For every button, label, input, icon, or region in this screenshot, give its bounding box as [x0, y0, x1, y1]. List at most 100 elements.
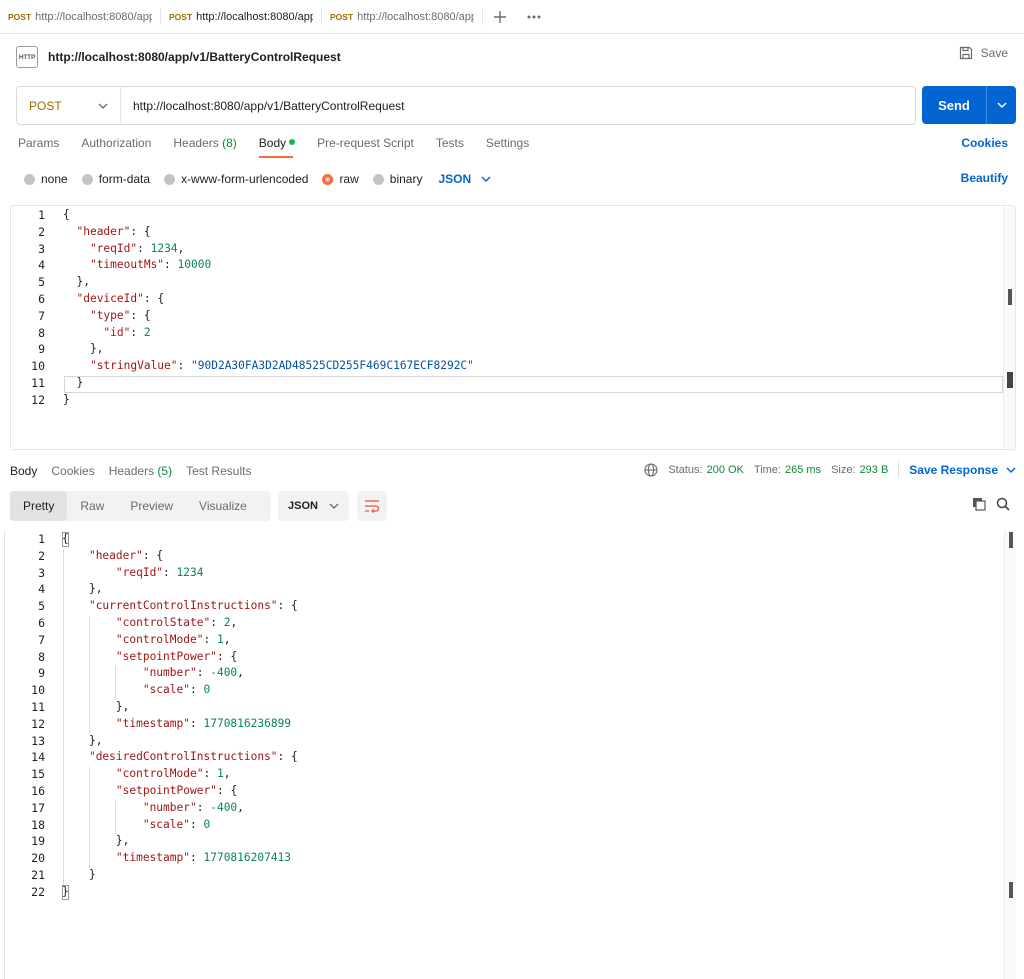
- search-icon[interactable]: [996, 497, 1010, 514]
- response-tab-body[interactable]: Body: [10, 464, 37, 478]
- code-line: 4 },: [5, 581, 1016, 598]
- save-button[interactable]: Save: [959, 46, 1008, 60]
- line-number: 10: [31, 683, 45, 698]
- save-label: Save: [980, 46, 1008, 60]
- tab-settings[interactable]: Settings: [486, 136, 529, 156]
- send-options-button[interactable]: [986, 86, 1016, 124]
- response-view-controls: Pretty Raw Preview Visualize JSON: [10, 491, 1016, 522]
- request-tab-active[interactable]: POST http://localhost:8080/app: [161, 0, 321, 33]
- response-time[interactable]: Time: 265 ms: [754, 464, 821, 476]
- view-raw[interactable]: Raw: [67, 491, 117, 521]
- time-label: Time:: [753, 464, 781, 476]
- code-text: "reqId": 1234,: [89, 241, 185, 255]
- body-type-selector: none form-data x-www-form-urlencoded raw…: [24, 170, 1008, 188]
- method-select[interactable]: POST: [17, 87, 121, 124]
- code-line: 7 "type": {: [11, 308, 1015, 325]
- code-text: },: [115, 834, 130, 848]
- tab-url: http://localhost:8080/app: [35, 10, 152, 23]
- line-number: 1: [38, 208, 45, 222]
- request-header: HTTP http://localhost:8080/app/v1/Batter…: [16, 44, 1008, 70]
- globe-icon[interactable]: [644, 463, 658, 477]
- radio-label: binary: [389, 172, 423, 186]
- line-number: 6: [38, 616, 45, 630]
- code-text: }: [76, 376, 84, 389]
- radio-circle: [24, 173, 35, 185]
- tab-tests[interactable]: Tests: [436, 136, 464, 156]
- line-number: 11: [31, 700, 45, 714]
- radio-none[interactable]: none: [24, 172, 68, 186]
- code-line: 18 "scale": 0: [5, 817, 1016, 834]
- response-status[interactable]: Status: 200 OK: [668, 464, 744, 476]
- code-line: 1{: [5, 531, 1016, 548]
- radio-label: form-data: [98, 172, 151, 186]
- request-tab-bar: POST http://localhost:8080/app POST http…: [0, 0, 1024, 34]
- radio-circle: [164, 173, 176, 185]
- save-response-button[interactable]: Save Response: [909, 463, 1016, 477]
- code-line: 7 "controlMode": 1,: [5, 632, 1016, 649]
- http-icon: HTTP: [16, 46, 38, 68]
- radio-form-data[interactable]: form-data: [81, 172, 151, 186]
- code-line: 22}: [5, 884, 1016, 901]
- ellipsis-icon[interactable]: [517, 0, 551, 33]
- line-number: 9: [38, 342, 45, 357]
- code-text: "deviceId": {: [76, 292, 165, 305]
- code-text: "type": {: [89, 308, 151, 322]
- chevron-down-icon: [997, 102, 1006, 108]
- tab-params[interactable]: Params: [18, 136, 59, 156]
- response-format-select[interactable]: JSON: [278, 491, 349, 521]
- chevron-down-icon: [329, 503, 339, 509]
- plus-icon[interactable]: [483, 0, 517, 33]
- code-line: 10 "stringValue": "90D2A30FA3D2AD48525CD…: [11, 358, 1015, 375]
- code-line: 4 "timeoutMs": 10000: [11, 257, 1015, 274]
- response-tab-headers[interactable]: Headers (5): [109, 464, 172, 478]
- tab-body[interactable]: Body: [258, 136, 296, 158]
- tab-headers[interactable]: Headers (8): [173, 136, 236, 156]
- code-text: "currentControlInstructions": {: [88, 599, 298, 613]
- view-pretty[interactable]: Pretty: [10, 491, 68, 521]
- url-input[interactable]: http://localhost:8080/app/v1/BatteryCont…: [121, 99, 915, 113]
- radio-binary[interactable]: binary: [372, 172, 423, 186]
- code-line: 11 },: [5, 699, 1016, 716]
- radio-raw[interactable]: raw: [322, 172, 359, 186]
- view-visualize[interactable]: Visualize: [186, 491, 260, 521]
- code-text: }: [62, 884, 69, 898]
- tab-pre-request-script[interactable]: Pre-request Script: [317, 136, 414, 156]
- line-number: 8: [38, 649, 45, 664]
- request-tab[interactable]: POST http://localhost:8080/app: [0, 0, 160, 33]
- radio-urlencoded[interactable]: x-www-form-urlencoded: [164, 172, 308, 186]
- view-preview[interactable]: Preview: [117, 491, 186, 521]
- request-title[interactable]: http://localhost:8080/app/v1/BatteryCont…: [48, 50, 341, 64]
- code-line: 11 }: [11, 375, 1015, 392]
- cookies-link[interactable]: Cookies: [961, 136, 1008, 150]
- size-label: Size:: [831, 464, 856, 476]
- code-line: 21 }: [5, 867, 1016, 884]
- response-body-viewer[interactable]: 1{2 "header": {3 "reqId": 1234 4 }, 5 "cur…: [4, 530, 1016, 979]
- body-format-select[interactable]: JSON: [438, 172, 491, 186]
- code-line: 8 "id": 2: [11, 325, 1015, 342]
- tab-method: POST: [330, 11, 354, 22]
- response-tab-test-results[interactable]: Test Results: [186, 464, 251, 478]
- tab-authorization[interactable]: Authorization: [81, 136, 151, 156]
- request-body-editor[interactable]: 1{2 "header": {3 "reqId": 1234, 4 "timeou…: [10, 205, 1016, 450]
- code-line: 1{: [11, 207, 1015, 224]
- response-view-toggle: Pretty Raw Preview Visualize: [10, 491, 271, 521]
- copy-icon[interactable]: [972, 497, 986, 514]
- request-tab[interactable]: POST http://localhost:8080/app: [322, 0, 482, 33]
- line-number: 5: [38, 275, 45, 290]
- response-tab-cookies[interactable]: Cookies: [51, 464, 94, 478]
- radio-label: raw: [339, 172, 359, 186]
- code-line: 19 },: [5, 833, 1016, 850]
- line-number: 12: [31, 392, 45, 407]
- code-text: "setpointPower": {: [115, 784, 238, 797]
- send-label: Send: [938, 97, 970, 113]
- code-line: 9 "number": -400,: [5, 665, 1016, 682]
- beautify-button[interactable]: Beautify: [961, 171, 1008, 185]
- response-tab-headers-count: (5): [157, 464, 173, 478]
- request-tabs: Params Authorization Headers (8) Body Pr…: [18, 136, 1008, 162]
- wrap-lines-button[interactable]: [357, 491, 387, 521]
- line-number: 9: [38, 666, 45, 681]
- send-button[interactable]: Send: [922, 86, 1016, 124]
- line-number: 14: [31, 750, 45, 765]
- response-size[interactable]: Size: 293 B: [831, 464, 888, 476]
- save-icon: [959, 46, 972, 60]
